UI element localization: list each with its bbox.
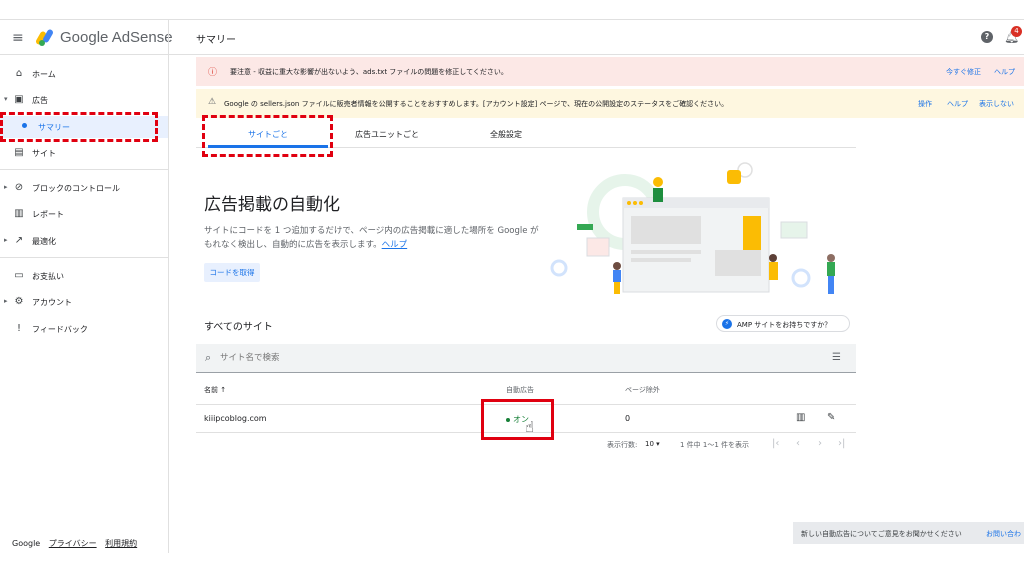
divider [0,169,168,170]
sidebar-item-feedback[interactable]: ! フィードバック [0,320,168,338]
sidebar-footer: Google プライバシー 利用規約 [12,538,143,549]
help-link[interactable]: ヘルプ [947,99,968,109]
hand-cursor-icon: ☝ [525,418,535,436]
alert-message: Google の sellers.json ファイルに販売者情報を公開することを… [224,100,729,108]
auto-ads-title: 広告掲載の自動化 [204,195,340,215]
report-icon[interactable]: ▥ [796,412,805,423]
caret-right-icon[interactable]: ▸ [4,297,8,305]
excluded-pages-cell: 0 [625,414,631,423]
help-link[interactable]: ヘルプ [994,67,1015,77]
divider [168,20,169,55]
auto-ads-description: サイトにコードを 1 つ追加するだけで、ページ内の広告掲載に適した場所を Goo… [204,224,544,252]
error-icon: ⓘ [208,68,218,78]
fix-now-link[interactable]: 今すぐ修正 [946,67,981,77]
sites-icon: ▤ [14,147,24,158]
contact-link[interactable]: お問い合わ [986,529,1021,539]
amp-chip[interactable]: ⚡ AMP サイトをお持ちですか？ [716,315,850,332]
filter-icon[interactable]: ☰ [832,352,841,363]
highlight-status-annotation [481,399,554,440]
tab-general-settings[interactable]: 全般設定 [490,129,522,140]
site-name-cell[interactable]: kiiipcoblog.com [204,414,267,423]
top-app-bar: ≡ Google AdSense サマリー ? 🔔︎ 4 [0,19,1024,55]
sidebar-item-label: 最適化 [32,237,56,246]
reports-icon: ▥ [14,208,24,219]
terms-link[interactable]: 利用規約 [105,539,137,548]
caret-down-icon[interactable]: ▾ [4,95,8,103]
sidebar-item-label: お支払い [32,272,64,281]
divider [0,257,168,258]
sidebar-item-sites[interactable]: ▤ サイト [0,144,168,162]
feedback-toast: 新しい自動広告についてご意見をお聞かせください お問い合わ [793,522,1024,544]
amp-chip-label: AMP サイトをお持ちですか？ [737,321,832,329]
sidebar-item-payments[interactable]: ▭ お支払い [0,267,168,285]
next-page-icon[interactable]: › [818,438,822,449]
brand-name: Google AdSense [60,29,173,46]
sidebar-item-reports[interactable]: ▥ レポート [0,205,168,223]
adsense-logo-icon [36,29,53,46]
menu-icon[interactable]: ≡ [12,30,24,46]
site-search-bar: ⌕ ☰ [196,344,856,373]
auto-ads-illustration [550,162,835,294]
sidebar-item-label: フィードバック [32,325,88,334]
home-icon: ⌂ [15,68,23,79]
column-header-excluded-pages: ページ除外 [625,386,660,394]
description-text: サイトにコードを 1 つ追加するだけで、ページ内の広告掲載に適した場所を Goo… [204,226,539,250]
feedback-icon: ! [16,323,21,334]
dismiss-link[interactable]: 表示しない [979,99,1014,109]
sidebar-item-home[interactable]: ⌂ ホーム [0,65,168,83]
toast-message: 新しい自動広告についてご意見をお聞かせください [801,530,962,538]
pagination-range: 1 件中 1〜1 件を表示 [680,441,750,449]
page-title: サマリー [196,35,236,46]
column-header-name[interactable]: 名前 ↑ [204,385,226,395]
search-icon: ⌕ [205,351,212,364]
sidebar-item-label: ホーム [32,70,56,79]
get-code-button[interactable]: コードを取得 [204,263,260,282]
first-page-icon[interactable]: |‹ [772,438,779,449]
block-icon: ⊘ [14,182,24,193]
highlight-summary-annotation [0,112,158,142]
caret-right-icon[interactable]: ▸ [4,236,8,244]
all-sites-heading: すべてのサイト [204,322,273,333]
gear-icon: ⚙ [14,296,24,307]
tab-by-ad-unit[interactable]: 広告ユニットごと [355,129,419,140]
sidebar-item-block-controls[interactable]: ▸ ⊘ ブロックのコントロール [0,179,168,197]
action-link[interactable]: 操作 [918,99,932,109]
edit-icon[interactable]: ✎ [827,412,835,423]
help-icon[interactable]: ? [981,31,993,43]
sidebar-item-label: アカウント [32,298,72,307]
highlight-tab-annotation [202,115,333,157]
notification-badge: 4 [1011,26,1022,37]
rows-per-page-select[interactable]: 10 ▾ [645,440,660,448]
prev-page-icon[interactable]: ‹ [796,438,800,449]
sidebar-item-label: サイト [32,149,56,158]
column-header-auto-ads: 自動広告 [506,386,534,394]
privacy-link[interactable]: プライバシー [49,539,97,548]
warning-icon: ⚠ [208,97,217,107]
sellers-json-alert: ⚠ Google の sellers.json ファイルに販売者情報を公開するこ… [196,89,1024,118]
last-page-icon[interactable]: ›| [838,438,845,449]
alert-message: 要注意 - 収益に重大な影響が出ないよう、ads.txt ファイルの問題を修正し… [230,68,508,76]
rows-per-page-value: 10 [645,440,654,448]
footer-google: Google [12,539,41,548]
payments-icon: ▭ [14,270,24,281]
sidebar-item-label: ブロックのコントロール [32,184,120,193]
caret-right-icon[interactable]: ▸ [4,183,8,191]
sidebar-item-optimize[interactable]: ▸ ↗ 最適化 [0,232,168,250]
sidebar-item-ads[interactable]: ▾ ▣ 広告 [0,91,168,109]
ads-icon: ▣ [14,94,24,105]
site-search-input[interactable] [220,350,780,366]
sidebar-item-account[interactable]: ▸ ⚙ アカウント [0,293,168,311]
ads-txt-alert: ⓘ 要注意 - 収益に重大な影響が出ないよう、ads.txt ファイルの問題を修… [196,57,1024,86]
rows-per-page-label: 表示行数: [607,441,638,449]
sidebar-item-label: 広告 [32,96,48,105]
sidebar-item-label: レポート [32,210,64,219]
help-link[interactable]: ヘルプ [382,240,408,250]
optimize-icon: ↗ [14,235,24,246]
amp-bolt-icon: ⚡ [722,319,732,329]
